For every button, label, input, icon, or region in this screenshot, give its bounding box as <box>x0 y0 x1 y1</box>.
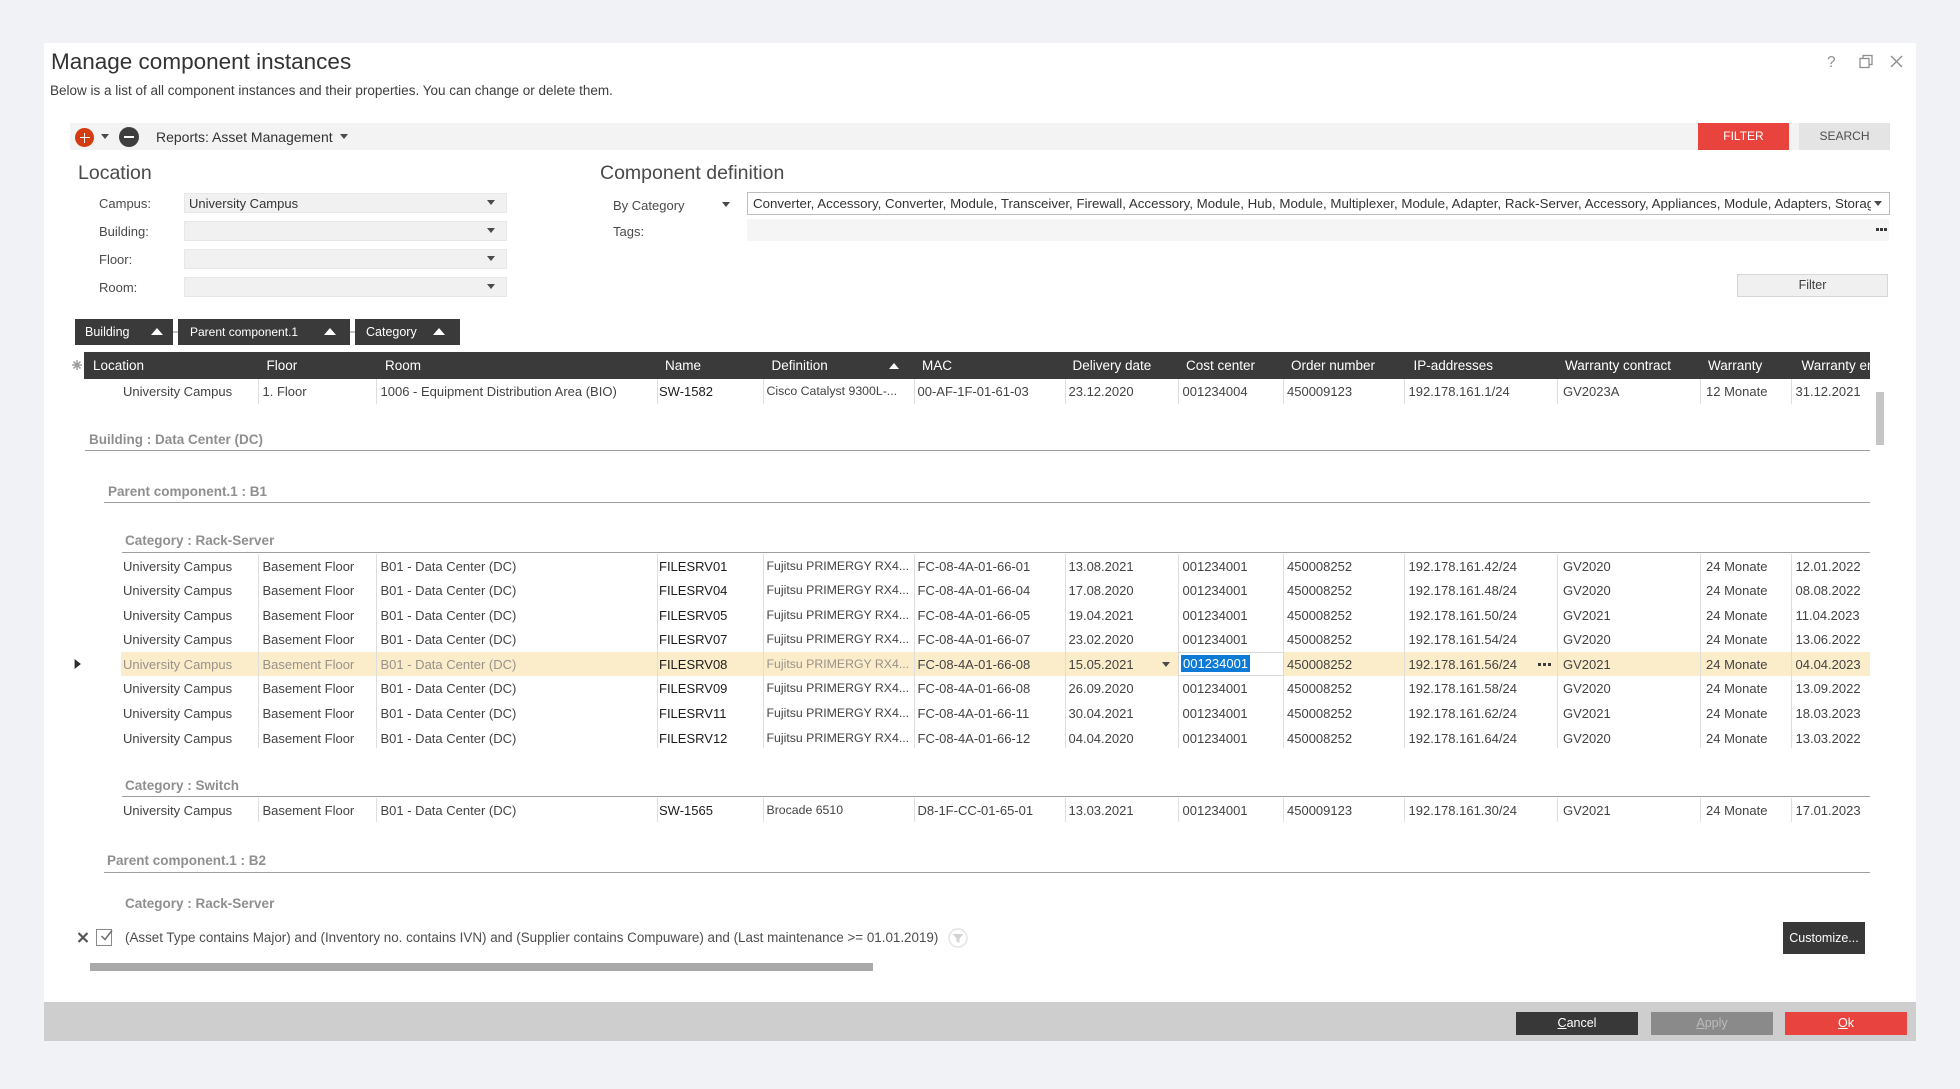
svg-text:?: ? <box>1827 54 1836 71</box>
